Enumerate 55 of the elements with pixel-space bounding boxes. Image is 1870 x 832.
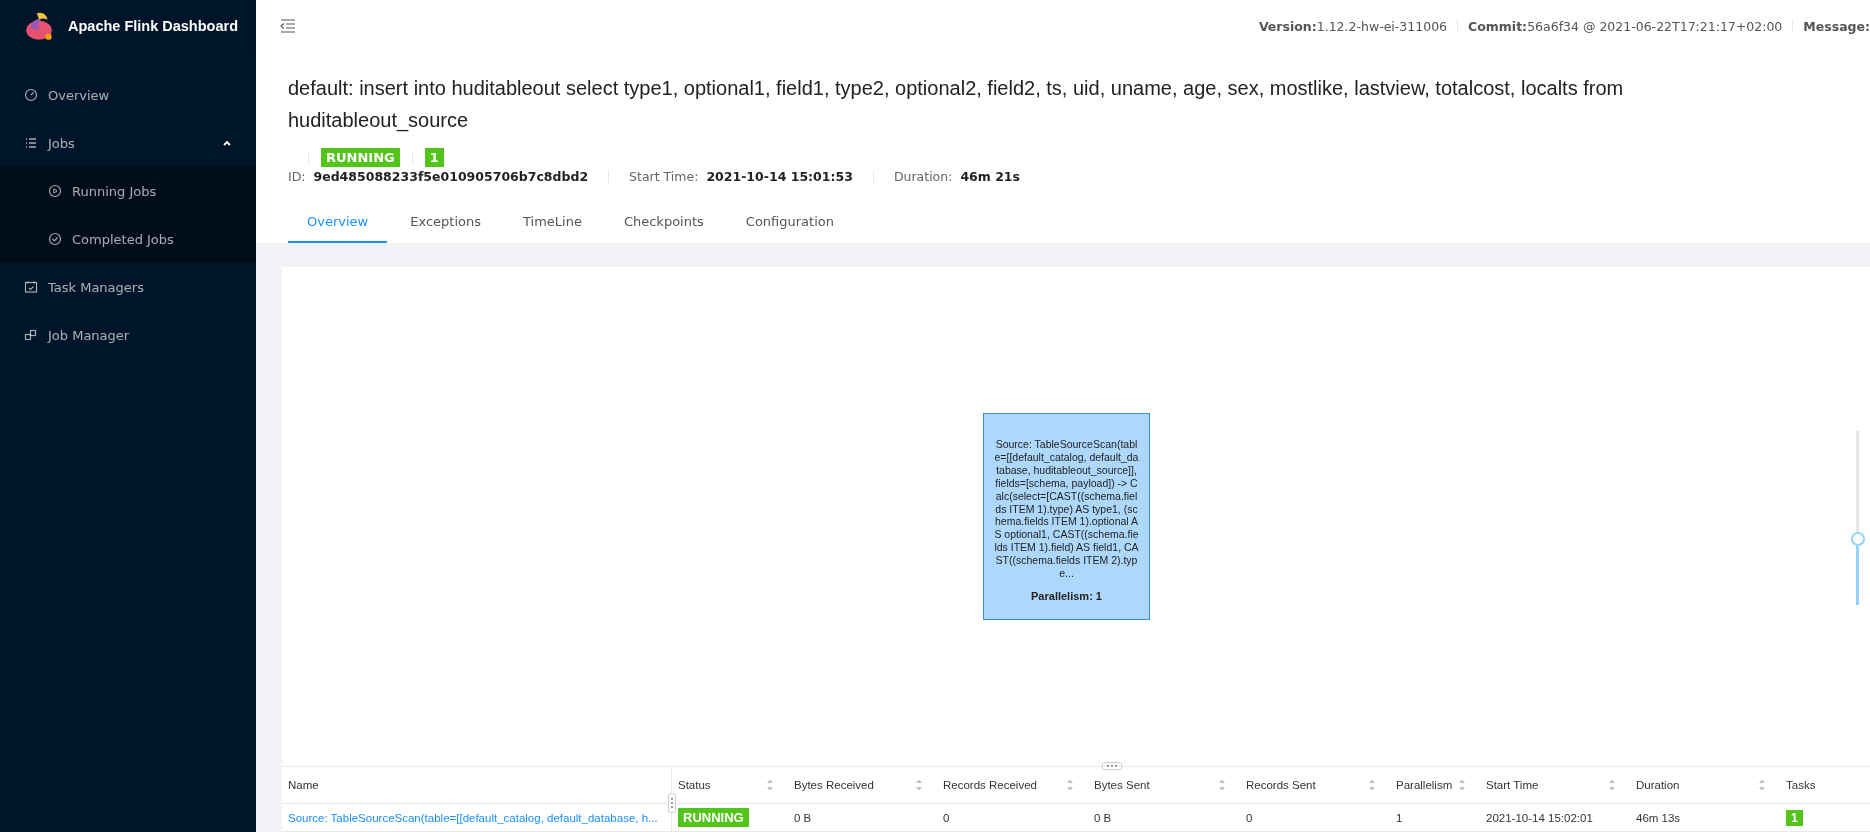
sort-icon [1458, 778, 1466, 792]
column-header[interactable]: Records Sent [1240, 767, 1390, 804]
status-badge: RUNNING [321, 148, 400, 167]
sidebar-item[interactable]: Running Jobs [0, 167, 256, 215]
task-count-badge: 1 [1786, 809, 1803, 826]
sort-icon [1608, 778, 1616, 792]
job-meta: Duration: 46m 21s [893, 169, 1020, 184]
job-title: default: insert into huditableout select type1, optional1, field1, type2, optional2, field2, ts, uid, uname, age, sex, mostlike, lastview, totalcost, localts from huditableout_source [288, 76, 1625, 134]
table-cell: 1 [1396, 811, 1403, 824]
table-cell: 0 [1246, 811, 1253, 824]
header-info: Message: [1803, 18, 1870, 34]
tab[interactable]: Configuration [726, 202, 853, 243]
app-title: Apache Flink Dashboard [68, 18, 238, 34]
tab[interactable]: Exceptions [391, 202, 500, 243]
column-resize-handle-icon[interactable] [668, 793, 676, 813]
table-cell: 46m 13s [1636, 811, 1681, 824]
gauge-icon [24, 88, 38, 102]
column-header[interactable]: Bytes Received [788, 767, 937, 804]
menu-fold-icon[interactable] [280, 19, 296, 33]
sidebar-item[interactable]: Overview [0, 71, 256, 119]
resize-handle-icon[interactable] [1102, 762, 1122, 770]
column-header[interactable]: Parallelism [1390, 767, 1480, 804]
calendar-icon [24, 280, 38, 294]
sort-icon [1368, 778, 1376, 792]
sort-icon [1758, 778, 1766, 792]
sidebar-item[interactable]: Task Managers [0, 263, 256, 311]
task-count-badge: 1 [424, 148, 444, 167]
header-info: Commit:56a6f34 @ 2021-06-22T17:21:17+02:00 [1468, 18, 1783, 34]
table-cell: 0 [943, 811, 950, 824]
column-header[interactable]: Records Received [937, 767, 1088, 804]
column-header[interactable]: Duration [1630, 767, 1780, 804]
table-cell: 2021-10-14 15:02:01 [1486, 811, 1593, 824]
job-meta: Start Time: 2021-10-14 15:01:53 [629, 169, 853, 184]
check-circle-icon [48, 232, 62, 246]
column-header[interactable]: Bytes Sent [1088, 767, 1240, 804]
status-badge: RUNNING [678, 808, 749, 827]
sort-icon [1218, 778, 1226, 792]
table-cell: 0 B [794, 811, 812, 824]
sidebar-item[interactable]: Jobs [0, 119, 256, 167]
job-meta: ID: 9ed485088233f5e010905706b7c8dbd2 [288, 169, 589, 184]
column-header[interactable]: Start Time [1480, 767, 1630, 804]
tab[interactable]: Checkpoints [604, 202, 723, 243]
sort-icon [1066, 778, 1074, 792]
sort-icon [766, 778, 774, 792]
tab[interactable]: TimeLine [504, 202, 601, 243]
table-cell: 0 B [1094, 811, 1112, 824]
sidebar-item[interactable]: Job Manager [0, 311, 256, 359]
list-icon [24, 136, 38, 150]
graph-node[interactable]: Source: TableSourceScan(table=[[default_catalog, default_database, huditableout_source]], fields=[schema, payload]) -> Calc(select=[CAST((schema.fields ITEM 1).type) AS type1, (schema.fields ITEM 1).optional AS optional1, CAST((schema.fields ITEM 1).field) AS field1, CAST((schema.fields ITEM 2).type... Parallelism: 1 [983, 413, 1150, 620]
play-circle-icon [48, 184, 62, 198]
header-info: Version:1.12.2-hw-ei-311006 [1258, 18, 1448, 34]
cluster-icon [24, 328, 38, 342]
column-header: Tasks [1780, 767, 1870, 804]
sort-icon [915, 778, 923, 792]
sidebar-item[interactable]: Completed Jobs [0, 215, 256, 263]
